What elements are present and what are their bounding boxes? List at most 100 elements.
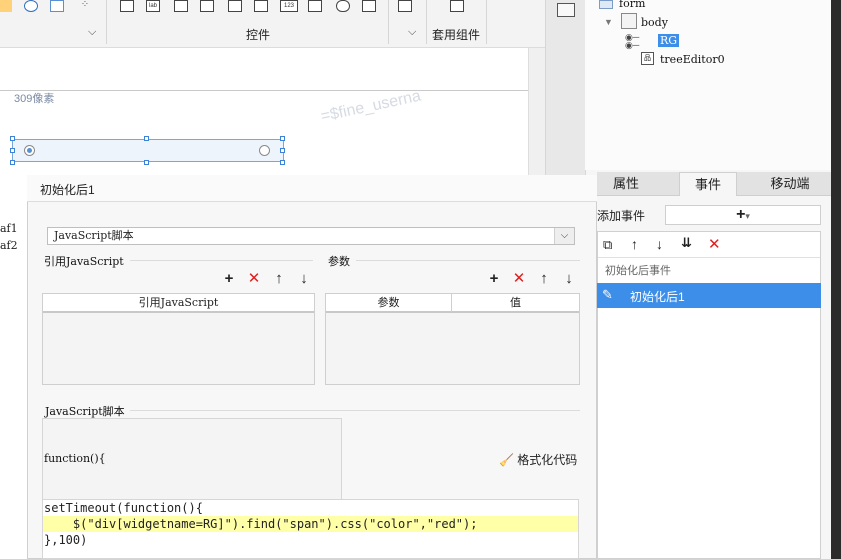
divider bbox=[426, 0, 427, 44]
event-item-selected[interactable]: ✎ 初始化后1 bbox=[597, 283, 821, 308]
grid-widget-icon[interactable] bbox=[228, 0, 242, 12]
button-widget-icon[interactable] bbox=[120, 0, 134, 12]
code-text: },100) bbox=[44, 533, 88, 547]
dialog-title: 初始化后1 bbox=[40, 183, 95, 197]
combobox-widget-icon[interactable] bbox=[200, 0, 214, 12]
layout-icon[interactable] bbox=[557, 3, 575, 17]
delete-param-icon[interactable]: ✕ bbox=[511, 271, 527, 287]
canvas-label-af2: af2 bbox=[0, 239, 18, 252]
divider bbox=[356, 260, 580, 261]
tab-mobile[interactable]: 移动端 bbox=[761, 172, 819, 196]
divider bbox=[130, 260, 313, 261]
radio-group-icon: ◉─ ◉─ bbox=[625, 32, 640, 50]
move-down-icon[interactable]: ↓ bbox=[561, 271, 577, 287]
radio-option-selected[interactable] bbox=[24, 145, 35, 156]
edit-pencil-icon[interactable]: ✎ bbox=[602, 287, 613, 303]
divider bbox=[130, 410, 580, 411]
function-header: function(){ bbox=[44, 452, 106, 465]
move-up-icon[interactable]: ↑ bbox=[631, 236, 638, 252]
delete-ref-js-icon[interactable]: ✕ bbox=[246, 271, 262, 287]
add-event-label: 添加事件 bbox=[597, 209, 646, 223]
function-header-box: function(){ bbox=[42, 418, 342, 500]
code-line-2: $("div[widgetname=RG]").find("span").css… bbox=[43, 516, 578, 532]
code-line-1: setTimeout(function(){ bbox=[43, 500, 203, 516]
globe-icon[interactable] bbox=[24, 0, 38, 12]
script-section-label: JavaScript脚本 bbox=[45, 405, 125, 418]
move-bottom-icon[interactable]: ⇊ bbox=[681, 235, 692, 251]
textarea-widget-icon[interactable] bbox=[308, 0, 322, 12]
add-param-icon[interactable]: + bbox=[486, 271, 502, 287]
widget-template-icon[interactable] bbox=[450, 0, 464, 12]
collapse-arrow-icon[interactable]: ▼ bbox=[604, 17, 613, 27]
resize-handle[interactable] bbox=[10, 148, 15, 153]
chart-icon[interactable] bbox=[0, 0, 12, 12]
param-value-column-header[interactable]: 值 bbox=[452, 294, 579, 313]
resize-handle[interactable] bbox=[280, 136, 285, 141]
format-code-button[interactable]: 🧹 格式化代码 bbox=[499, 451, 577, 468]
checkbox-group-widget-icon[interactable] bbox=[362, 0, 376, 12]
resize-handle[interactable] bbox=[280, 160, 285, 165]
move-down-icon[interactable]: ↓ bbox=[656, 236, 663, 252]
move-up-icon[interactable]: ↑ bbox=[271, 271, 287, 287]
number-widget-icon[interactable]: 123 bbox=[280, 0, 298, 12]
radio-group-widget[interactable] bbox=[12, 139, 284, 162]
dialog-titlebar: 初始化后1 bbox=[27, 175, 597, 202]
tree-node-form[interactable]: form bbox=[619, 0, 645, 10]
tree-node-body[interactable]: body bbox=[641, 16, 668, 29]
tree-node-treeeditor0[interactable]: treeEditor0 bbox=[660, 53, 725, 66]
chevron-down-icon[interactable]: ⌵ bbox=[554, 228, 574, 244]
property-tabs: 属性 事件 移动端 bbox=[597, 172, 831, 196]
label-widget-icon[interactable]: lab bbox=[146, 0, 160, 12]
code-line-3: },100) bbox=[43, 532, 87, 548]
chevron-down-icon[interactable]: ⌵ bbox=[88, 26, 96, 39]
resize-handle[interactable] bbox=[10, 136, 15, 141]
tab-events[interactable]: 事件 bbox=[679, 172, 737, 196]
dots-icon[interactable]: ⁘ bbox=[78, 0, 92, 12]
divider bbox=[598, 257, 820, 258]
code-text: $("div[widgetname=RG]").find("span").css… bbox=[44, 517, 478, 531]
widgets-group-label[interactable]: 套用组件 bbox=[432, 26, 480, 43]
ref-js-table[interactable]: 引用JavaScript bbox=[42, 293, 315, 385]
toolbar-ribbon: ⁘ ⌵ lab 123 控件 ⌵ 套用组件 bbox=[0, 0, 545, 48]
copy-icon[interactable]: ⧉ bbox=[603, 237, 612, 253]
script-type-value: JavaScript脚本 bbox=[54, 229, 134, 242]
resize-handle[interactable] bbox=[144, 160, 149, 165]
divider bbox=[486, 0, 487, 44]
image-icon[interactable] bbox=[50, 0, 64, 12]
chevron-down-icon[interactable]: ⌵ bbox=[408, 26, 416, 39]
resize-handle[interactable] bbox=[10, 160, 15, 165]
resize-handle[interactable] bbox=[280, 148, 285, 153]
divider bbox=[106, 0, 107, 44]
move-down-icon[interactable]: ↓ bbox=[296, 271, 312, 287]
params-table[interactable]: 参数 值 bbox=[325, 293, 580, 385]
radio-group-widget-icon[interactable] bbox=[336, 0, 350, 12]
table-widget-icon[interactable] bbox=[254, 0, 268, 12]
search-widget-icon[interactable] bbox=[398, 0, 412, 12]
form-icon bbox=[599, 0, 613, 9]
textbox-widget-icon[interactable] bbox=[174, 0, 188, 12]
ref-js-column-header[interactable]: 引用JavaScript bbox=[43, 294, 314, 313]
params-label: 参数 bbox=[328, 255, 350, 268]
controls-group-label: 控件 bbox=[246, 28, 271, 42]
code-editor[interactable]: setTimeout(function(){ $("div[widgetname… bbox=[42, 499, 579, 559]
pixel-size-label: 309像素 bbox=[14, 93, 55, 105]
event-list-panel: ⧉ ↑ ↓ ⇊ ✕ 初始化后事件 bbox=[597, 231, 821, 559]
widget-tree: form ▼ body ◉─ ◉─ RG 品 treeEditor0 bbox=[585, 0, 841, 170]
window-edge bbox=[831, 0, 841, 559]
ruler-line bbox=[0, 90, 528, 91]
divider bbox=[388, 0, 389, 44]
tab-properties[interactable]: 属性 bbox=[597, 172, 655, 196]
tree-node-rg[interactable]: RG bbox=[658, 34, 680, 47]
script-type-select[interactable]: JavaScript脚本 ⌵ bbox=[47, 227, 575, 245]
radio-option[interactable] bbox=[259, 145, 270, 156]
resize-handle[interactable] bbox=[144, 136, 149, 141]
plus-icon: + bbox=[736, 206, 746, 223]
canvas-label-af1: af1 bbox=[0, 222, 18, 235]
add-ref-js-icon[interactable]: + bbox=[221, 271, 237, 287]
param-name-column-header[interactable]: 参数 bbox=[326, 294, 452, 313]
event-section-label: 初始化后事件 bbox=[605, 265, 671, 277]
add-event-button[interactable]: +▾ bbox=[665, 205, 821, 225]
move-up-icon[interactable]: ↑ bbox=[536, 271, 552, 287]
delete-icon[interactable]: ✕ bbox=[708, 235, 721, 253]
broom-icon: 🧹 bbox=[499, 453, 514, 467]
